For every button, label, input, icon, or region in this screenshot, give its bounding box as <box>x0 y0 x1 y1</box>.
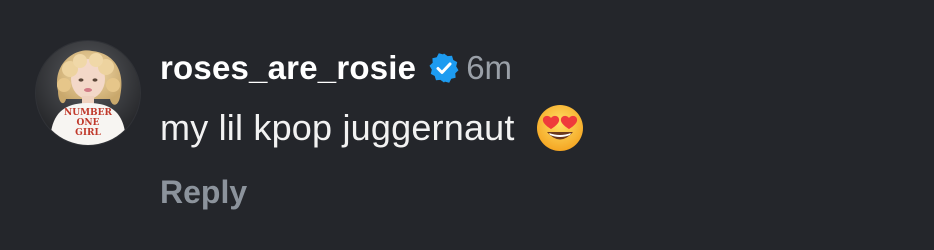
avatar-image: NUMBER ONE GIRL <box>36 41 140 145</box>
reply-button[interactable]: Reply <box>160 174 247 211</box>
avatar[interactable]: NUMBER ONE GIRL <box>36 41 140 145</box>
username[interactable]: roses_are_rosie <box>160 49 416 87</box>
verified-badge-icon <box>428 52 460 84</box>
comment-text: my lil kpop juggernaut <box>160 107 515 148</box>
comment-body: my lil kpop juggernaut <box>160 104 585 152</box>
comment: NUMBER ONE GIRL roses_are_rosie 6m my li… <box>0 0 934 250</box>
shirt-text-line-1: NUMBER <box>64 108 113 118</box>
shirt-text-line-2: ONE <box>77 118 100 128</box>
comment-header: roses_are_rosie 6m <box>160 46 512 90</box>
heart-eyes-emoji-icon <box>535 103 585 153</box>
shirt-text-line-3: GIRL <box>75 128 101 138</box>
timestamp: 6m <box>466 49 513 86</box>
